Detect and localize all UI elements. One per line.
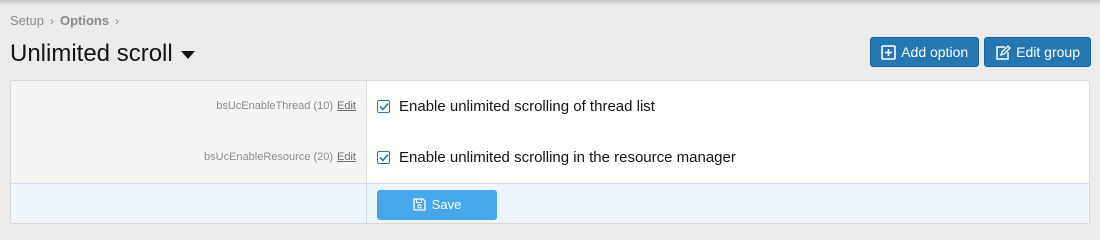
chevron-right-icon: › (49, 13, 54, 28)
option-label-cell: bsUcEnableThread (10) Edit (11, 81, 367, 131)
option-value-cell: Enable unlimited scrolling in the resour… (367, 131, 1089, 183)
save-label: Save (431, 197, 462, 212)
header-actions: Add option Edit group (870, 37, 1091, 67)
top-shadow (0, 0, 1100, 6)
option-description[interactable]: Enable unlimited scrolling in the resour… (399, 149, 736, 166)
caret-down-icon[interactable] (180, 51, 195, 59)
breadcrumb-item-setup[interactable]: Setup (10, 13, 44, 28)
option-description[interactable]: Enable unlimited scrolling of thread lis… (399, 98, 655, 115)
option-key: bsUcEnableThread (216, 100, 311, 112)
edit-icon (996, 44, 1012, 60)
options-panel: bsUcEnableThread (10) Edit Enable unlimi… (10, 80, 1090, 224)
add-option-button[interactable]: Add option (870, 37, 980, 67)
edit-group-label: Edit group (1016, 44, 1080, 60)
option-order: (10) (313, 100, 334, 112)
checkmark-icon (378, 153, 389, 162)
chevron-right-icon: › (115, 13, 120, 28)
breadcrumb: Setup › Options › (10, 13, 125, 28)
enable-thread-checkbox[interactable] (377, 99, 390, 113)
add-option-label: Add option (901, 44, 969, 60)
plus-square-icon (881, 44, 897, 60)
page-title[interactable]: Unlimited scroll (10, 40, 173, 68)
option-row: bsUcEnableResource (20) Edit Enable unli… (11, 131, 1089, 183)
save-icon (413, 198, 426, 211)
enable-resource-checkbox[interactable] (377, 150, 390, 164)
option-order: (20) (313, 151, 334, 163)
edit-group-button[interactable]: Edit group (984, 37, 1091, 67)
option-row: bsUcEnableThread (10) Edit Enable unlimi… (11, 81, 1089, 131)
checkmark-icon (378, 102, 389, 111)
edit-option-link[interactable]: Edit (337, 100, 356, 112)
footer-spacer (11, 184, 367, 223)
option-key: bsUcEnableResource (204, 151, 311, 163)
save-button[interactable]: Save (377, 189, 497, 220)
option-label-cell: bsUcEnableResource (20) Edit (11, 131, 367, 183)
form-footer: Save (11, 183, 1089, 223)
edit-option-link[interactable]: Edit (337, 151, 356, 163)
breadcrumb-item-options[interactable]: Options (60, 13, 109, 28)
option-value-cell: Enable unlimited scrolling of thread lis… (367, 81, 1089, 131)
save-wrap: Save (367, 184, 497, 223)
title-row: Unlimited scroll (10, 40, 195, 68)
